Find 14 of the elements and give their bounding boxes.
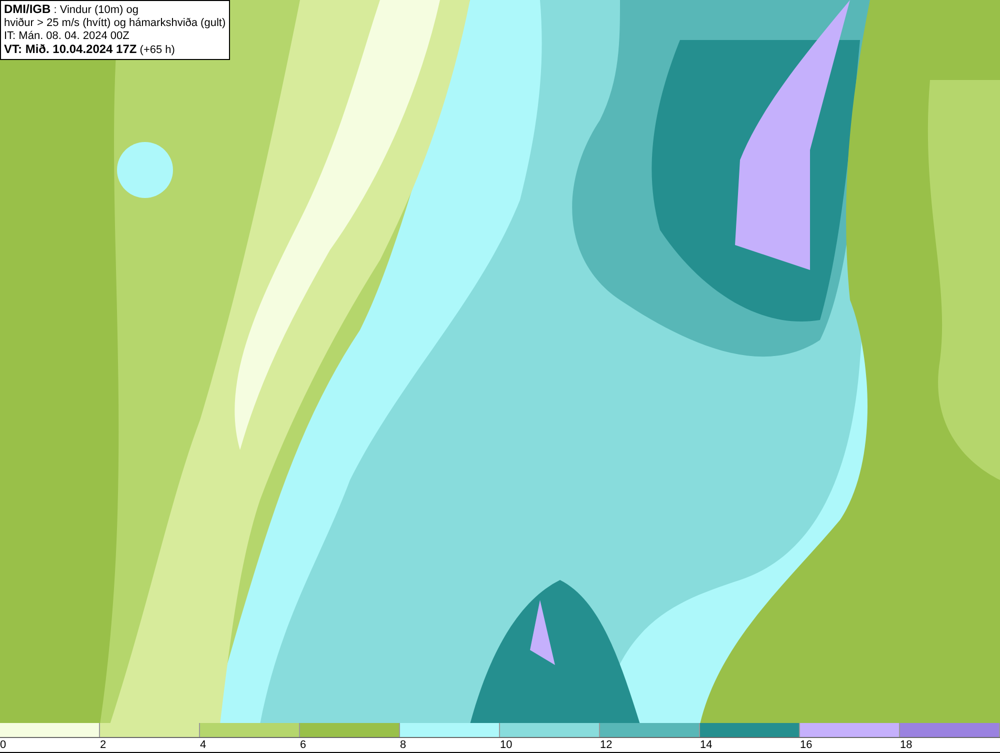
title-text: DMI/IGB : Vindur (10m) og (4, 3, 140, 17)
title-text: hviður > 25 m/s (hvítt) og hámarkshviða (gult) (4, 17, 226, 30)
legend-label: 4 (200, 738, 206, 752)
legend-label: 2 (100, 738, 106, 752)
legend-label: 6 (300, 738, 306, 752)
legend-label: 16 (800, 738, 812, 752)
legend-label: 18 (900, 738, 912, 752)
legend-label: 12 (600, 738, 612, 752)
title-text: IT: Mán. 08. 04. 2024 00Z (4, 30, 130, 43)
legend-label: 10 (500, 738, 512, 752)
legend-label: 14 (700, 738, 712, 752)
title-text: VT: Mið. 10.04.2024 17Z (+65 h) (4, 43, 176, 57)
legend-label: 0 (0, 738, 6, 752)
legend-label: 8 (400, 738, 406, 752)
